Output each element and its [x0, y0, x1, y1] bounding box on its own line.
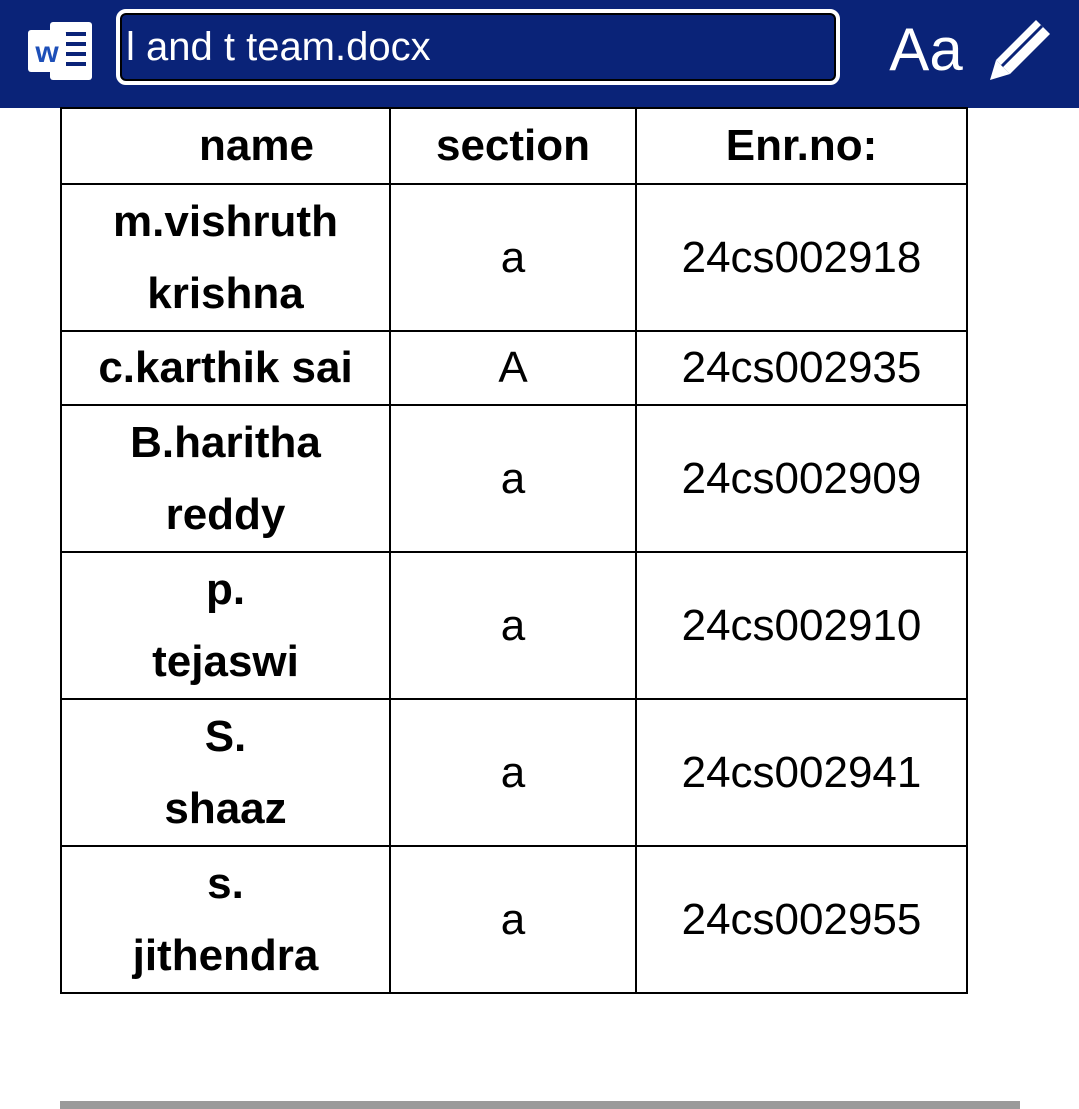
enr-cell: 24cs002918 — [635, 183, 968, 332]
name-cell: p. tejaswi — [60, 551, 391, 700]
name-line: jithendra — [132, 930, 319, 980]
header-enr: Enr.no: — [635, 107, 968, 185]
section-cell: a — [389, 404, 637, 553]
section-cell: a — [389, 698, 637, 847]
name-cell: s. jithendra — [60, 845, 391, 994]
name-cell: c.karthik sai — [60, 330, 391, 406]
name-line: m.vishruth — [113, 196, 338, 246]
table-row: m.vishruth krishna a 24cs002918 — [60, 183, 968, 332]
document-title: l and t team.docx — [126, 25, 431, 69]
font-format-button[interactable]: Aa — [886, 14, 966, 86]
font-format-label: Aa — [889, 16, 963, 83]
name-line: S. — [204, 711, 247, 761]
name-line: s. — [207, 858, 244, 908]
table-row: S. shaaz a 24cs002941 — [60, 698, 968, 847]
header-name: name — [60, 107, 391, 185]
table-row: p. tejaswi a 24cs002910 — [60, 551, 968, 700]
document-title-field[interactable]: l and t team.docx — [116, 9, 840, 85]
header-section: section — [389, 107, 637, 185]
section-cell: a — [389, 183, 637, 332]
table-header-row: name section Enr.no: — [60, 107, 968, 185]
word-doc-icon[interactable]: w — [26, 18, 96, 84]
name-line: p. — [205, 564, 246, 614]
table-row: c.karthik sai A 24cs002935 — [60, 330, 968, 406]
section-cell: A — [389, 330, 637, 406]
table-row: s. jithendra a 24cs002955 — [60, 845, 968, 994]
table-row: B.haritha reddy a 24cs002909 — [60, 404, 968, 553]
enr-cell: 24cs002941 — [635, 698, 968, 847]
name-cell: m.vishruth krishna — [60, 183, 391, 332]
name-line: shaaz — [164, 783, 287, 833]
name-cell: B.haritha reddy — [60, 404, 391, 553]
enr-cell: 24cs002935 — [635, 330, 968, 406]
enr-cell: 24cs002955 — [635, 845, 968, 994]
svg-text:w: w — [34, 36, 59, 69]
name-line: B.haritha — [130, 417, 321, 467]
name-line: krishna — [147, 268, 304, 318]
team-table: name section Enr.no: m.vishruth krishna … — [60, 107, 968, 994]
name-line: reddy — [165, 489, 286, 539]
pencil-icon — [990, 20, 1050, 80]
section-cell: a — [389, 551, 637, 700]
name-cell: S. shaaz — [60, 698, 391, 847]
enr-cell: 24cs002909 — [635, 404, 968, 553]
page-divider — [60, 1101, 1020, 1109]
edit-button[interactable] — [984, 14, 1056, 86]
name-line: tejaswi — [152, 636, 299, 686]
enr-cell: 24cs002910 — [635, 551, 968, 700]
name-line: c.karthik sai — [98, 343, 353, 392]
app-toolbar: w l and t team.docx Aa — [0, 0, 1079, 108]
section-cell: a — [389, 845, 637, 994]
